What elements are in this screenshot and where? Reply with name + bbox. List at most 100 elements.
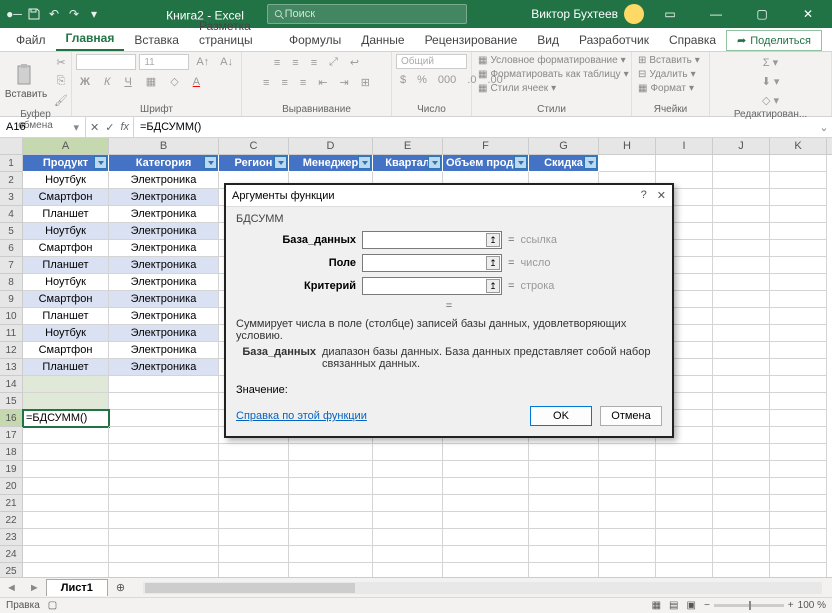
row-header[interactable]: 21 <box>0 495 23 512</box>
cell[interactable]: Электроника <box>109 308 219 325</box>
indent-dec-icon[interactable]: ⇤ <box>314 74 331 91</box>
cell[interactable]: Электроника <box>109 342 219 359</box>
row-header[interactable]: 2 <box>0 172 23 189</box>
column-header[interactable]: K <box>770 138 827 154</box>
cell[interactable] <box>770 291 827 308</box>
zoom-slider[interactable] <box>714 604 784 607</box>
row-header[interactable]: 14 <box>0 376 23 393</box>
row-header[interactable]: 23 <box>0 529 23 546</box>
cell[interactable] <box>23 393 109 410</box>
cell[interactable]: Электроника <box>109 325 219 342</box>
column-header[interactable]: D <box>289 138 373 154</box>
row-header[interactable]: 9 <box>0 291 23 308</box>
cell-styles-button[interactable]: ▦ Стили ячеек ▾ <box>476 82 558 95</box>
arg1-input[interactable]: ↥ <box>362 231 502 249</box>
row-header[interactable]: 19 <box>0 461 23 478</box>
format-cells-button[interactable]: ▦ Формат ▾ <box>636 82 696 95</box>
comma-icon[interactable]: 000 <box>434 72 460 88</box>
row-header[interactable]: 20 <box>0 478 23 495</box>
cell[interactable]: Ноутбук <box>23 223 109 240</box>
cell[interactable] <box>713 478 770 495</box>
cell[interactable] <box>219 478 289 495</box>
cell[interactable] <box>529 495 599 512</box>
cell[interactable]: Электроника <box>109 274 219 291</box>
cell[interactable] <box>109 410 219 427</box>
cell[interactable] <box>599 546 656 563</box>
dialog-close-icon[interactable]: ✕ <box>657 189 666 202</box>
row-header[interactable]: 7 <box>0 257 23 274</box>
insert-cells-button[interactable]: ⊞ Вставить ▾ <box>636 54 702 67</box>
cell[interactable] <box>23 546 109 563</box>
number-format-combo[interactable]: Общий <box>396 54 467 69</box>
fill-color-icon[interactable]: ◇ <box>166 73 182 90</box>
filter-dropdown-icon[interactable] <box>514 156 527 169</box>
cell[interactable] <box>713 444 770 461</box>
search-input[interactable] <box>285 8 461 20</box>
font-name-combo[interactable] <box>76 54 136 70</box>
cell[interactable] <box>289 478 373 495</box>
row-header[interactable]: 8 <box>0 274 23 291</box>
cell[interactable]: Ноутбук <box>23 325 109 342</box>
cell[interactable]: Электроника <box>109 291 219 308</box>
wrap-icon[interactable]: ↩ <box>346 54 363 71</box>
cell[interactable]: =БДСУММ() <box>23 410 109 427</box>
row-header[interactable]: 18 <box>0 444 23 461</box>
fill-icon[interactable]: ⬇ ▾ <box>758 73 784 90</box>
autosum-icon[interactable]: Σ ▾ <box>759 54 782 71</box>
user-avatar-icon[interactable] <box>624 4 644 24</box>
tab-review[interactable]: Рецензирование <box>415 29 528 51</box>
cell[interactable] <box>770 155 827 172</box>
cell[interactable] <box>599 444 656 461</box>
cell[interactable] <box>373 444 443 461</box>
cell[interactable]: Электроника <box>109 206 219 223</box>
filter-dropdown-icon[interactable] <box>428 156 441 169</box>
cell[interactable]: Планшет <box>23 308 109 325</box>
cell[interactable] <box>109 495 219 512</box>
cell[interactable] <box>289 495 373 512</box>
autosave-icon[interactable]: ●─ <box>6 6 22 22</box>
cell[interactable] <box>443 461 529 478</box>
save-icon[interactable] <box>26 6 42 22</box>
filter-dropdown-icon[interactable] <box>584 156 597 169</box>
tab-layout[interactable]: Разметка страницы <box>189 15 279 51</box>
cell[interactable] <box>656 495 713 512</box>
row-header[interactable]: 3 <box>0 189 23 206</box>
cell[interactable] <box>713 325 770 342</box>
percent-icon[interactable]: % <box>413 72 431 88</box>
cell[interactable] <box>770 342 827 359</box>
cell[interactable] <box>713 257 770 274</box>
cell[interactable] <box>770 325 827 342</box>
dialog-help-icon[interactable]: ? <box>641 189 647 202</box>
cell[interactable] <box>219 444 289 461</box>
cell[interactable]: Объем продаж <box>443 155 529 172</box>
cell[interactable] <box>713 410 770 427</box>
cell[interactable] <box>109 444 219 461</box>
font-color-icon[interactable]: A <box>189 73 204 90</box>
cell[interactable] <box>713 172 770 189</box>
cell[interactable] <box>529 546 599 563</box>
column-header[interactable]: I <box>656 138 713 154</box>
name-box[interactable]: A16 ▾ <box>0 117 86 137</box>
cell[interactable] <box>713 546 770 563</box>
cell[interactable] <box>443 512 529 529</box>
horizontal-scrollbar[interactable] <box>143 582 822 594</box>
cell[interactable] <box>713 529 770 546</box>
collapse-icon[interactable]: ↥ <box>486 233 500 247</box>
filter-dropdown-icon[interactable] <box>204 156 217 169</box>
row-header[interactable]: 17 <box>0 427 23 444</box>
cell[interactable] <box>713 240 770 257</box>
underline-icon[interactable]: Ч <box>120 73 135 90</box>
user-name[interactable]: Виктор Бухтеев <box>531 7 618 21</box>
cell[interactable] <box>770 274 827 291</box>
view-layout-icon[interactable]: ▤ <box>669 600 678 611</box>
cell[interactable]: Смартфон <box>23 291 109 308</box>
merge-icon[interactable]: ⊞ <box>357 74 374 91</box>
column-header[interactable]: B <box>109 138 219 154</box>
cell[interactable] <box>373 478 443 495</box>
zoom-control[interactable]: − + 100 % <box>704 600 826 611</box>
cell[interactable]: Электроника <box>109 189 219 206</box>
view-break-icon[interactable]: ▣ <box>687 600 696 611</box>
tab-home[interactable]: Главная <box>56 27 125 51</box>
cell[interactable] <box>713 291 770 308</box>
cell[interactable] <box>219 546 289 563</box>
